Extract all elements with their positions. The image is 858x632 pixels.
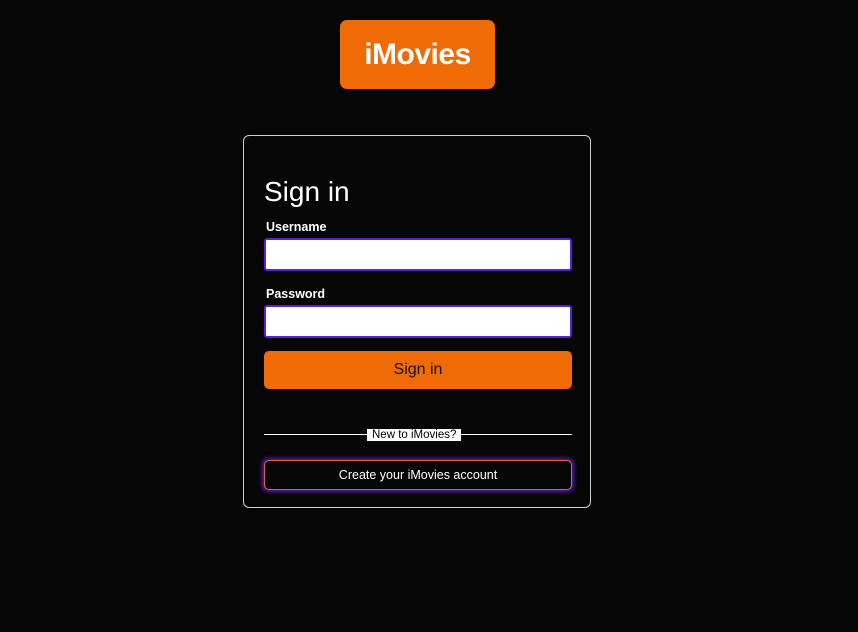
new-to-imovies-text: New to iMovies?	[367, 429, 462, 441]
signin-card: Sign in Username Password Sign in New to…	[243, 135, 591, 508]
signin-title: Sign in	[264, 176, 350, 207]
username-label: Username	[266, 220, 327, 234]
password-label: Password	[266, 287, 326, 301]
password-input[interactable]	[264, 305, 572, 338]
username-input[interactable]	[264, 238, 572, 271]
signin-button[interactable]: Sign in	[264, 351, 572, 389]
create-account-button[interactable]: Create your iMovies account	[264, 460, 572, 490]
imovies-logo[interactable]: iMovies	[340, 20, 495, 89]
